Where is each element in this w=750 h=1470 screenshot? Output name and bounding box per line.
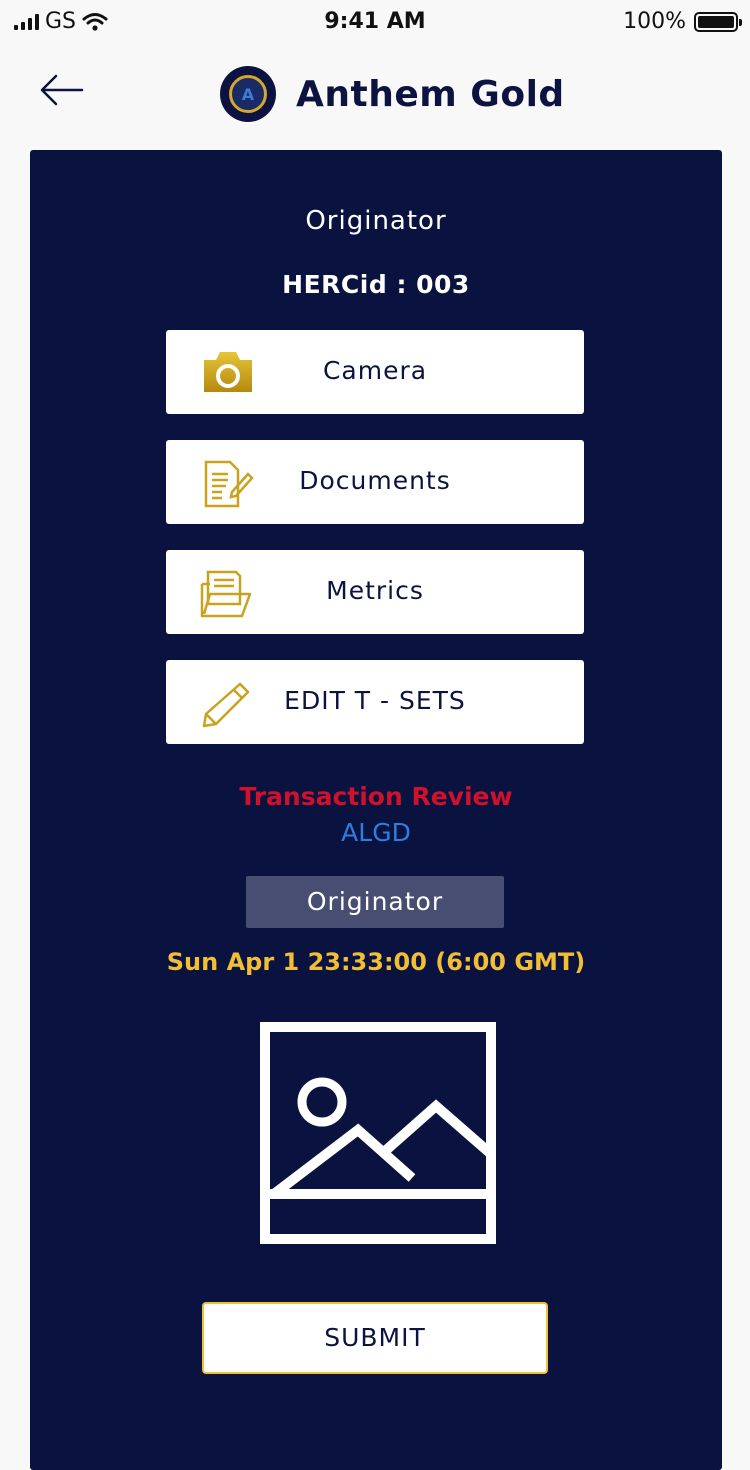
documents-button[interactable]: Documents <box>166 440 584 524</box>
brand: A Anthem Gold <box>220 66 565 122</box>
camera-label: Camera <box>322 356 428 385</box>
originator-tag: Originator <box>246 876 504 928</box>
app-title: Anthem Gold <box>296 73 565 115</box>
anthem-gold-logo: A <box>220 66 276 122</box>
herc-id: HERCid : 003 <box>282 270 470 299</box>
status-right: 100% <box>623 9 742 34</box>
camera-button[interactable]: Camera <box>166 330 584 414</box>
originator-panel: Originator HERCid : 003 Camera Documents… <box>30 150 722 1470</box>
status-bar: GS 9:41 AM 100% <box>0 0 750 44</box>
submit-button[interactable]: SUBMIT <box>202 1302 548 1374</box>
metrics-label: Metrics <box>326 576 424 605</box>
transaction-review-title: Transaction Review <box>239 782 513 811</box>
documents-label: Documents <box>299 466 451 495</box>
metrics-button[interactable]: Metrics <box>166 550 584 634</box>
image-placeholder-icon[interactable] <box>260 1022 496 1244</box>
nav-bar: A Anthem Gold <box>0 60 750 130</box>
transaction-datetime: Sun Apr 1 23:33:00 (6:00 GMT) <box>166 948 586 976</box>
back-arrow-icon[interactable] <box>38 70 84 110</box>
role-label: Originator <box>305 206 447 236</box>
battery-percent: 100% <box>623 9 686 34</box>
logo-letter: A <box>229 75 267 113</box>
transaction-code: ALGD <box>341 818 411 847</box>
battery-icon <box>694 11 742 32</box>
edit-tsets-button[interactable]: EDIT T - SETS <box>166 660 584 744</box>
edit-tsets-label: EDIT T - SETS <box>284 686 466 715</box>
